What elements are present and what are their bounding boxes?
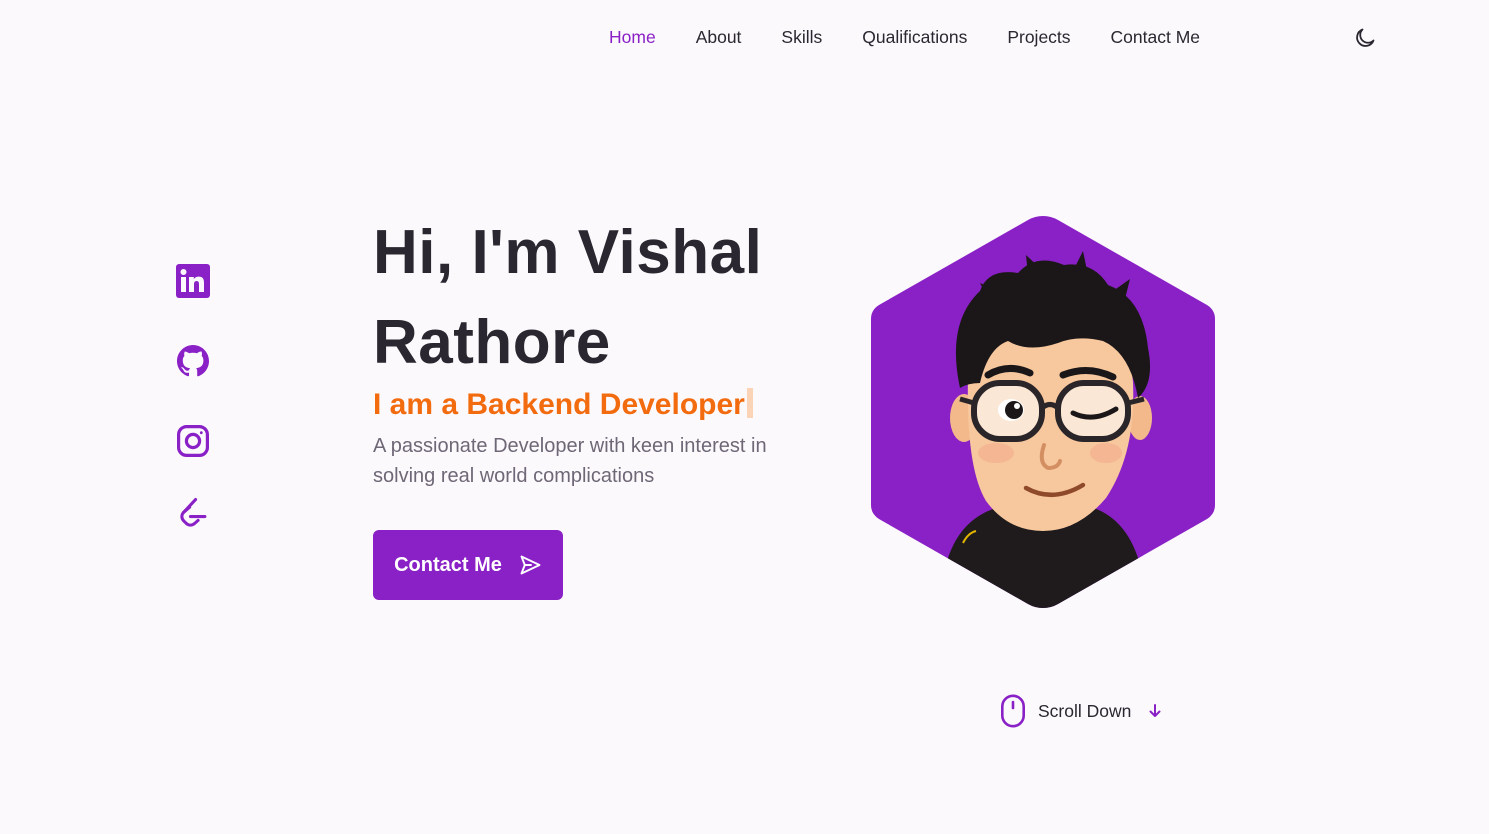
hero-description: A passionate Developer with keen interes…: [373, 435, 767, 487]
nav-item-about[interactable]: About: [696, 27, 742, 47]
leetcode-icon[interactable]: [176, 497, 210, 531]
nav-item-contact[interactable]: Contact Me: [1111, 27, 1200, 47]
nav-menu: Home About Skills Qualifications Project…: [609, 27, 1200, 48]
top-navigation: Home About Skills Qualifications Project…: [0, 0, 1489, 76]
moon-icon[interactable]: [1353, 26, 1377, 50]
avatar-icon: [871, 216, 1215, 608]
nav-item-projects[interactable]: Projects: [1007, 27, 1070, 47]
home-page: Home About Skills Qualifications Project…: [0, 0, 1489, 834]
nav-item-qualifications[interactable]: Qualifications: [862, 27, 967, 47]
arrow-down-icon: [1149, 704, 1161, 717]
linkedin-icon[interactable]: [176, 264, 210, 298]
mouse-icon: [1000, 694, 1025, 728]
avatar-hexagon: [868, 213, 1218, 611]
scroll-down-label: Scroll Down: [1038, 700, 1132, 721]
instagram-icon[interactable]: [176, 424, 210, 458]
send-icon: [520, 555, 541, 575]
github-icon[interactable]: [176, 344, 210, 378]
contact-me-button[interactable]: Contact Me: [373, 530, 563, 600]
typing-cursor: [746, 388, 753, 418]
hero-title: Hi, I'm Vishal Rathore: [373, 218, 763, 377]
scroll-down-link[interactable]: Scroll Down: [1000, 694, 1163, 728]
hero-subtitle: I am a Backend Developer: [373, 388, 753, 422]
nav-item-home[interactable]: Home: [609, 27, 656, 47]
contact-button-label: Contact Me: [394, 553, 502, 576]
nav-item-skills[interactable]: Skills: [781, 27, 822, 47]
hero-subtitle-text: I am a Backend Developer: [373, 388, 745, 421]
